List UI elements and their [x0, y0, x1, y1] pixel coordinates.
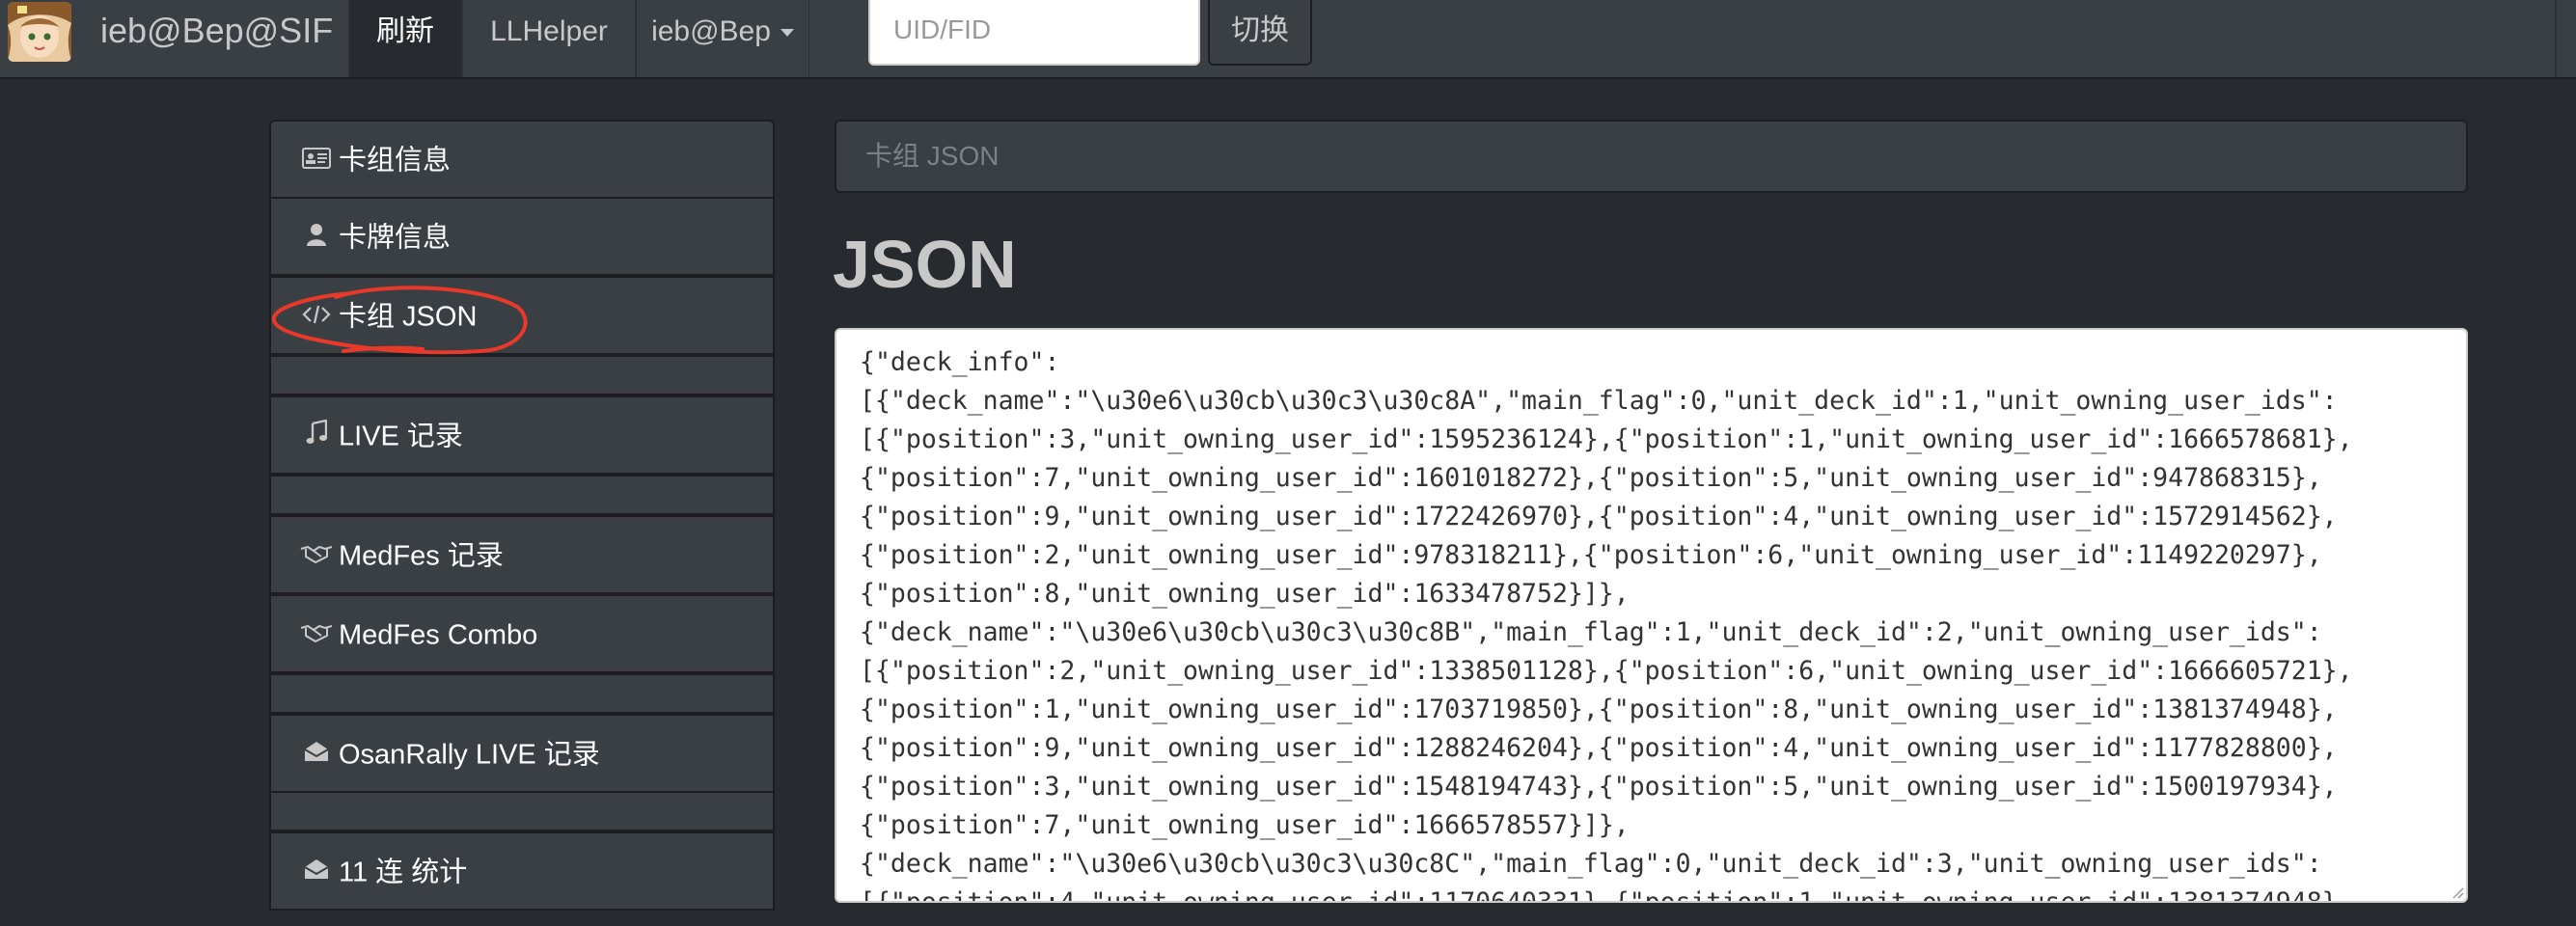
sidebar-item-label: 11 连 统计: [339, 857, 468, 888]
top-navbar: ieb@Bep@SIF 刷新 LLHelper ieb@Bep 切换: [0, 0, 2576, 79]
sidebar-item-deck-json[interactable]: 卡组 JSON: [269, 276, 775, 355]
avatar[interactable]: [8, 2, 71, 62]
json-line: [{"position":4,"unit_owning_user_id":117…: [860, 887, 2353, 903]
sidebar-item-label: 卡组 JSON: [339, 301, 478, 333]
sidebar-item-11-pull-stats[interactable]: 11 连 统计: [269, 831, 775, 911]
brand-title[interactable]: ieb@Bep@SIF: [100, 11, 333, 51]
handshake-icon: [300, 597, 333, 672]
sidebar-spacer: [269, 791, 775, 831]
music-icon: [300, 398, 333, 474]
sidebar-spacer: [269, 475, 775, 515]
json-line: {"position":7,"unit_owning_user_id":1601…: [860, 463, 2322, 493]
resize-grip-icon[interactable]: [2449, 884, 2464, 899]
nav-refresh-label: 刷新: [376, 15, 434, 47]
deck-json-header-bar: 卡组 JSON: [835, 120, 2468, 193]
json-line: {"position":1,"unit_owning_user_id":1703…: [860, 694, 2338, 724]
envelope-open-icon: [300, 717, 333, 792]
caret-down-icon: [780, 29, 794, 38]
sidebar-item-card-info[interactable]: 卡牌信息: [269, 197, 775, 276]
json-line: {"position":8,"unit_owning_user_id":1633…: [860, 579, 1630, 609]
json-line: {"position":9,"unit_owning_user_id":1722…: [860, 502, 2338, 531]
sidebar-item-label: LIVE 记录: [339, 421, 463, 452]
sidebar-item-label: OsanRally LIVE 记录: [339, 739, 600, 771]
sidebar-item-live-records[interactable]: LIVE 记录: [269, 395, 775, 475]
sidebar-item-label: MedFes Combo: [339, 619, 538, 651]
json-line: {"deck_name":"\u30e6\u30cb\u30c3\u30c8C"…: [860, 849, 2322, 879]
json-line: {"position":3,"unit_owning_user_id":1548…: [860, 772, 2338, 802]
json-textarea[interactable]: {"deck_info": [{"deck_name":"\u30e6\u30c…: [835, 328, 2468, 903]
nav-refresh[interactable]: 刷新: [348, 0, 462, 77]
sidebar-item-label: MedFes 记录: [339, 540, 504, 572]
json-line: [{"position":2,"unit_owning_user_id":133…: [860, 656, 2353, 686]
breadcrumb-label: 卡组 JSON: [865, 141, 1000, 171]
sidebar-spacer: [269, 673, 775, 714]
sidebar-item-osanrally-live[interactable]: OsanRally LIVE 记录: [269, 714, 775, 793]
code-icon: [300, 279, 333, 354]
page-title: JSON: [833, 227, 1017, 302]
json-line: [{"position":3,"unit_owning_user_id":159…: [860, 424, 2353, 454]
uid-input[interactable]: [868, 0, 1200, 66]
nav-llhelper[interactable]: LLHelper: [462, 0, 636, 77]
avatar-image: [8, 2, 71, 62]
json-line: {"deck_info":: [860, 347, 1060, 377]
nav-user-label: ieb@Bep: [651, 15, 771, 47]
envelope-open-icon: [300, 834, 333, 910]
navbar-divider: [2555, 0, 2557, 77]
nav-user-dropdown[interactable]: ieb@Bep: [636, 0, 809, 77]
json-line: {"position":7,"unit_owning_user_id":1666…: [860, 810, 1630, 840]
sidebar-item-label: 卡牌信息: [339, 222, 452, 254]
switch-button[interactable]: 切换: [1208, 0, 1312, 66]
json-line: {"deck_name":"\u30e6\u30cb\u30c3\u30c8B"…: [860, 617, 2322, 647]
handshake-icon: [300, 518, 333, 593]
json-line: [{"deck_name":"\u30e6\u30cb\u30c3\u30c8A…: [860, 386, 2338, 416]
sidebar-item-label: 卡组信息: [339, 145, 452, 177]
sidebar-item-medfes-records[interactable]: MedFes 记录: [269, 515, 775, 594]
sidebar-item-deck-info[interactable]: 卡组信息: [269, 120, 775, 199]
nav-llhelper-label: LLHelper: [490, 15, 608, 47]
sidebar-item-medfes-combo[interactable]: MedFes Combo: [269, 594, 775, 673]
id-card-icon: [300, 123, 333, 198]
json-line: {"position":9,"unit_owning_user_id":1288…: [860, 733, 2338, 763]
user-icon: [300, 200, 333, 275]
sidebar-spacer: [269, 355, 775, 395]
json-line: {"position":2,"unit_owning_user_id":9783…: [860, 540, 2322, 570]
